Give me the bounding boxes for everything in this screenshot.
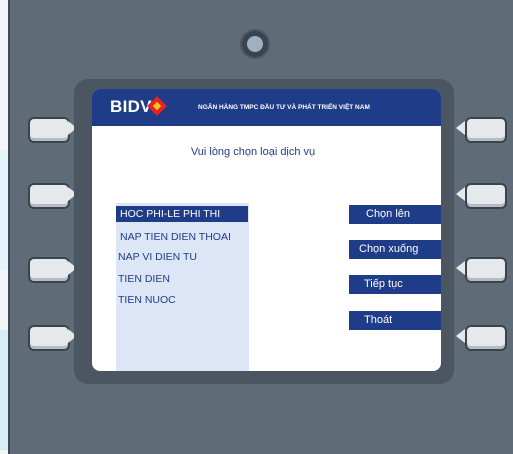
service-item[interactable]: TIEN DIEN <box>114 271 170 287</box>
right-arrow-3-icon <box>456 261 465 275</box>
left-side-button-3[interactable] <box>28 257 70 283</box>
left-side-button-2[interactable] <box>28 183 70 209</box>
menu-exit-button[interactable]: Thoát <box>349 311 441 330</box>
bank-header: BIDV NGÂN HÀNG TMPC ĐẦU TƯ VÀ PHÁT TRIỂN… <box>92 89 441 126</box>
menu-continue-button[interactable]: Tiếp tục <box>349 275 441 294</box>
left-side-button-1[interactable] <box>28 117 70 143</box>
right-side-button-up[interactable] <box>465 117 507 143</box>
service-item[interactable]: NAP VI DIEN TU <box>114 249 197 265</box>
bidv-logo-text: BIDV <box>110 97 152 116</box>
menu-up-button[interactable]: Chọn lên <box>349 205 441 224</box>
menu-down-button[interactable]: Chọn xuống <box>349 240 441 259</box>
left-side-button-4[interactable] <box>28 325 70 351</box>
service-item[interactable]: NAP TIEN DIEN THOAI <box>116 229 231 245</box>
right-arrow-1-icon <box>456 121 465 135</box>
service-list: HOC PHI-LE PHI THI NAP TIEN DIEN THOAI N… <box>116 203 249 371</box>
right-side-button-continue[interactable] <box>465 257 507 283</box>
service-item-selected[interactable]: HOC PHI-LE PHI THI <box>116 206 248 222</box>
right-arrow-2-icon <box>456 187 465 201</box>
atm-camera-icon <box>242 31 268 57</box>
bank-name: NGÂN HÀNG TMPC ĐẦU TƯ VÀ PHÁT TRIỂN VIỆT… <box>198 104 370 111</box>
right-arrow-4-icon <box>456 329 465 343</box>
atm-screen: BIDV NGÂN HÀNG TMPC ĐẦU TƯ VÀ PHÁT TRIỂN… <box>92 89 441 371</box>
right-side-button-down[interactable] <box>465 183 507 209</box>
service-prompt: Vui lòng chọn loại dịch vụ <box>190 146 316 158</box>
service-item[interactable]: TIEN NUOC <box>114 292 176 308</box>
right-side-button-exit[interactable] <box>465 325 507 351</box>
